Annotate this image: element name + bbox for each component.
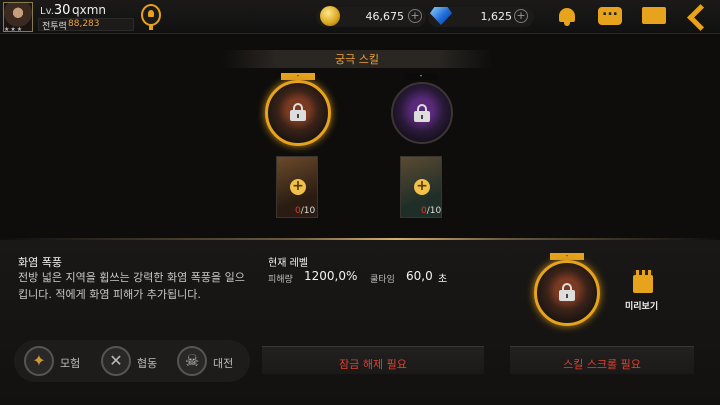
mode-coop-label[interactable]: 협동	[137, 355, 157, 371]
lock-icon	[414, 104, 430, 122]
selected-skill-tag: -	[550, 252, 584, 260]
skill-scroll-card-1[interactable]: + 0/10	[276, 156, 318, 218]
skill-name: 화염 폭풍	[18, 256, 62, 269]
chat-icon[interactable]	[598, 3, 622, 25]
mode-pvp-label[interactable]: 대전	[213, 355, 233, 371]
divider-glow	[0, 238, 720, 240]
ultimate-title: 궁극 스킬	[335, 53, 379, 66]
skill-description: 전방 넓은 지역을 휩쓰는 강력한 화염 폭풍을 일으킵니다. 적에게 화염 피…	[18, 271, 245, 301]
gold-coin-icon	[320, 6, 340, 26]
slot-2-tag: -	[404, 72, 438, 80]
power-label: 전투력	[42, 22, 67, 32]
compass-icon[interactable]: ✦	[24, 346, 54, 376]
rank-stars-icon: ★★★	[4, 26, 24, 33]
damage-value: 1200,0%	[304, 269, 358, 283]
lock-icon	[559, 283, 575, 301]
current-level-label: 현재 레벨	[268, 258, 308, 269]
lock-icon	[290, 103, 306, 121]
ultimate-skill-slot-1[interactable]	[265, 80, 331, 146]
selected-skill-orb[interactable]	[534, 260, 600, 326]
add-scroll-icon: +	[290, 179, 306, 195]
player-level: Lv.30	[40, 3, 71, 18]
clapperboard-icon[interactable]	[633, 270, 653, 293]
mode-adventure-label[interactable]: 모험	[60, 355, 80, 371]
add-scroll-icon: +	[414, 179, 430, 195]
mail-icon[interactable]	[642, 7, 666, 24]
preview-label[interactable]: 미리보기	[625, 299, 658, 312]
skill-scroll-card-2[interactable]: + 0/10	[400, 156, 442, 218]
gold-value: 46,675	[365, 10, 405, 23]
damage-label: 피해량	[268, 275, 293, 285]
cooldown-value: 60,0	[406, 269, 433, 283]
gem-value: 1,625	[480, 10, 513, 23]
scroll-count-1: 0/10	[295, 206, 316, 216]
add-gold-button[interactable]: +	[408, 9, 422, 23]
bell-icon[interactable]	[556, 5, 578, 27]
cooldown-unit: 초	[438, 274, 448, 285]
unlock-button-label: 잠금 해제 필요	[339, 358, 407, 371]
ultimate-skill-slot-2[interactable]	[391, 82, 453, 144]
scroll-count-2: 0/10	[421, 206, 442, 216]
power-value: 88,283	[68, 19, 100, 29]
scroll-required-label: 스킬 스크롤 필요	[563, 358, 641, 371]
back-arrow-icon[interactable]	[684, 5, 710, 29]
slot-1-tag: -	[281, 72, 315, 80]
crossed-swords-icon[interactable]: ✕	[101, 346, 131, 376]
skull-icon[interactable]: ☠	[177, 346, 207, 376]
lightbulb-stem	[149, 25, 153, 30]
lightbulb-icon[interactable]	[141, 4, 161, 26]
player-name: qxmn	[72, 3, 107, 17]
add-gem-button[interactable]: +	[514, 9, 528, 23]
cooldown-label: 쿨타임	[370, 275, 395, 285]
